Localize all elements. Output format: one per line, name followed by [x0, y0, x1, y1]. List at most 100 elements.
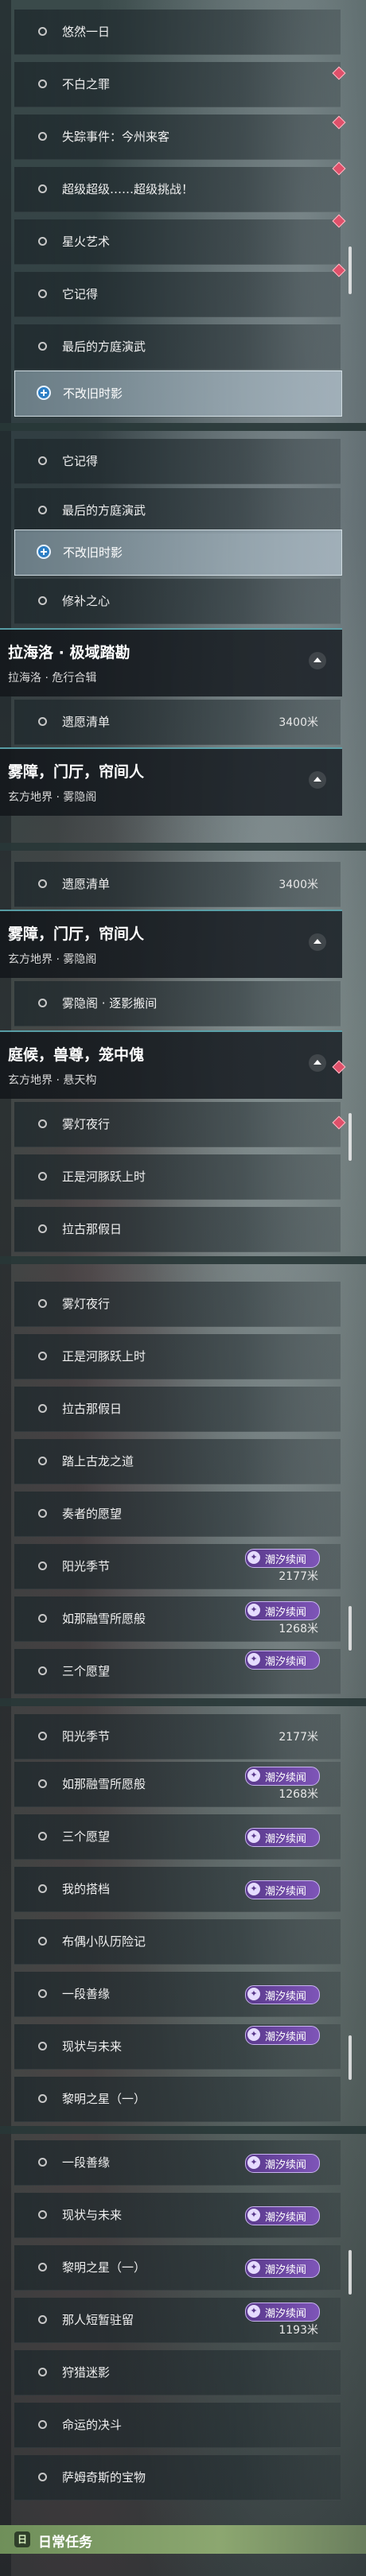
tide-tale-badge: ✦ 潮汐续闻 — [245, 1601, 320, 1620]
quest-item[interactable]: 现状与未来 ✦ 潮汐续闻 — [14, 2193, 341, 2238]
quest-item[interactable]: 黎明之星（一） ✦ 潮汐续闻 — [14, 2245, 341, 2291]
quest-item[interactable]: 遗愿清单 3400米 — [14, 700, 341, 745]
quest-item[interactable]: 三个愿望 ✦ 潮汐续闻 — [14, 1814, 341, 1860]
quest-item[interactable]: 如那融雪所愿般 ✦ 潮汐续闻 1268米 — [14, 1762, 341, 1807]
tide-badge-icon: ✦ — [247, 2261, 260, 2274]
quest-item[interactable]: 现状与未来 ✦ 潮汐续闻 — [14, 2024, 341, 2070]
badge-label: 潮汐续闻 — [265, 2264, 307, 2276]
quest-label: 黎明之星（一） — [62, 2260, 146, 2275]
quest-item[interactable]: 布偶小队历险记 — [14, 1919, 341, 1965]
quest-item[interactable]: 最后的方庭演武 — [14, 488, 341, 533]
quest-item[interactable]: 不白之罪 — [14, 62, 341, 107]
quest-item[interactable]: 雾灯夜行 — [14, 1282, 341, 1327]
collapse-chevron-icon[interactable] — [309, 1054, 326, 1072]
quest-label: 正是河豚跃上时 — [62, 1170, 146, 1184]
quest-item[interactable]: 星火艺术 — [14, 219, 341, 265]
tide-tale-badge: ✦ 潮汐续闻 — [245, 2259, 320, 2278]
quest-item[interactable]: 它记得 — [14, 272, 341, 317]
quest-item[interactable]: 超级超级……超级挑战！ — [14, 167, 341, 212]
quest-item[interactable]: 萨姆奇斯的宝物 — [14, 2455, 341, 2500]
tide-tale-badge: ✦ 潮汐续闻 — [245, 1549, 320, 1568]
badge-label: 潮汐续闻 — [265, 1886, 307, 1898]
quest-label: 布偶小队历险记 — [62, 1934, 146, 1949]
quest-status-icon — [38, 1989, 47, 1998]
quest-status-icon — [38, 1224, 47, 1233]
tracked-plus-icon — [37, 386, 51, 400]
scrollbar-thumb[interactable] — [348, 246, 352, 294]
quest-item[interactable]: 正是河豚跃上时 — [14, 1334, 341, 1379]
quest-label: 不白之罪 — [62, 77, 111, 91]
daily-quests-header[interactable]: 日 日常任务 — [0, 2525, 366, 2554]
quest-status-icon — [38, 184, 47, 193]
quest-status-icon — [38, 456, 47, 465]
region-section-header[interactable]: 拉海洛 · 极域踏勘 拉海洛 · 危行合辑 — [0, 628, 342, 696]
quest-item[interactable]: 修补之心 — [14, 579, 341, 624]
quest-item[interactable]: 悠然一日 — [14, 10, 341, 55]
quest-item[interactable]: 失踪事件：今州来客 — [14, 114, 341, 160]
quest-item[interactable]: 黎明之星（一） — [14, 2077, 341, 2122]
quest-item[interactable]: 三个愿望 ✦ 潮汐续闻 — [14, 1649, 341, 1694]
quest-item[interactable]: 雾隐阁 · 逐影搬间 — [14, 981, 341, 1026]
screenshot-seam — [0, 2126, 366, 2134]
quest-status-icon — [38, 999, 47, 1007]
region-subtitle: 玄方地界 · 雾隐阁 — [8, 791, 97, 804]
quest-item-selected[interactable]: 不改旧时影 — [14, 370, 342, 417]
quest-label: 三个愿望 — [62, 1829, 111, 1844]
left-edge-strip — [0, 0, 11, 2576]
region-title: 庭候，兽尊，笼中傀 — [8, 1046, 145, 1064]
region-section-header[interactable]: 雾障，门厅，帘间人 玄方地界 · 雾隐阁 — [0, 910, 342, 978]
quest-label: 它记得 — [62, 287, 99, 301]
tracked-plus-icon — [37, 545, 51, 559]
quest-item[interactable]: 雾灯夜行 — [14, 1102, 341, 1147]
scrollbar-thumb[interactable] — [348, 1113, 352, 1161]
badge-label: 潮汐续闻 — [265, 1991, 307, 2003]
quest-label: 它记得 — [62, 454, 99, 468]
tide-badge-icon: ✦ — [247, 1604, 260, 1616]
screenshot-seam — [0, 423, 366, 431]
quest-status-icon — [38, 80, 47, 88]
quest-label: 悠然一日 — [62, 25, 111, 39]
quest-item[interactable]: 狩猎迷影 — [14, 2350, 341, 2396]
collapse-chevron-icon[interactable] — [309, 933, 326, 951]
quest-item[interactable]: 阳光季节 ✦ 潮汐续闻 2177米 — [14, 1544, 341, 1589]
quest-item[interactable]: 阳光季节 2177米 — [14, 1714, 341, 1759]
quest-status-icon — [38, 2473, 47, 2481]
badge-label: 潮汐续闻 — [265, 1833, 307, 1845]
quest-status-icon — [38, 1562, 47, 1570]
scrollbar-thumb[interactable] — [348, 2250, 352, 2295]
quest-distance: 3400米 — [278, 716, 318, 729]
quest-item[interactable]: 踏上古龙之道 — [14, 1439, 341, 1484]
quest-item[interactable]: 拉古那假日 — [14, 1207, 341, 1252]
quest-item[interactable]: 拉古那假日 — [14, 1387, 341, 1432]
quest-status-icon — [38, 1172, 47, 1181]
quest-status-icon — [38, 1614, 47, 1623]
quest-item-selected[interactable]: 不改旧时影 — [14, 530, 342, 576]
scrollbar-thumb[interactable] — [348, 2035, 352, 2080]
quest-item[interactable]: 如那融雪所愿般 ✦ 潮汐续闻 1268米 — [14, 1596, 341, 1642]
collapse-chevron-icon[interactable] — [309, 771, 326, 789]
region-section-header[interactable]: 雾障，门厅，帘间人 玄方地界 · 雾隐阁 — [0, 747, 342, 816]
quest-item[interactable]: 奏者的愿望 — [14, 1492, 341, 1537]
quest-status-icon — [38, 342, 47, 351]
quest-item[interactable]: 它记得 — [14, 439, 341, 484]
badge-label: 潮汐续闻 — [265, 2308, 307, 2320]
quest-item[interactable]: 我的搭档 ✦ 潮汐续闻 — [14, 1867, 341, 1912]
quest-item[interactable]: 一段善缘 ✦ 潮汐续闻 — [14, 1972, 341, 2017]
tide-tale-badge: ✦ 潮汐续闻 — [245, 2302, 320, 2322]
quest-status-icon — [38, 1299, 47, 1308]
quest-label: 现状与未来 — [62, 2039, 123, 2054]
quest-item[interactable]: 正是河豚跃上时 — [14, 1154, 341, 1200]
quest-item[interactable]: 一段善缘 ✦ 潮汐续闻 — [14, 2140, 341, 2186]
quest-item[interactable]: 最后的方庭演武 — [14, 324, 341, 370]
quest-item[interactable]: 那人短暂驻留 ✦ 潮汐续闻 1193米 — [14, 2298, 341, 2343]
collapse-chevron-icon[interactable] — [309, 652, 326, 669]
quest-status-icon — [38, 1937, 47, 1946]
tide-tale-badge: ✦ 潮汐续闻 — [245, 1828, 320, 1847]
quest-status-icon — [38, 1732, 47, 1740]
screenshot-seam — [0, 1698, 366, 1706]
badge-label: 潮汐续闻 — [265, 2212, 307, 2224]
region-section-header[interactable]: 庭候，兽尊，笼中傀 玄方地界 · 悬天构 — [0, 1030, 342, 1099]
quest-item[interactable]: 命运的决斗 — [14, 2403, 341, 2448]
quest-item[interactable]: 遗愿清单 3400米 — [14, 862, 341, 907]
scrollbar-thumb[interactable] — [348, 1606, 352, 1651]
